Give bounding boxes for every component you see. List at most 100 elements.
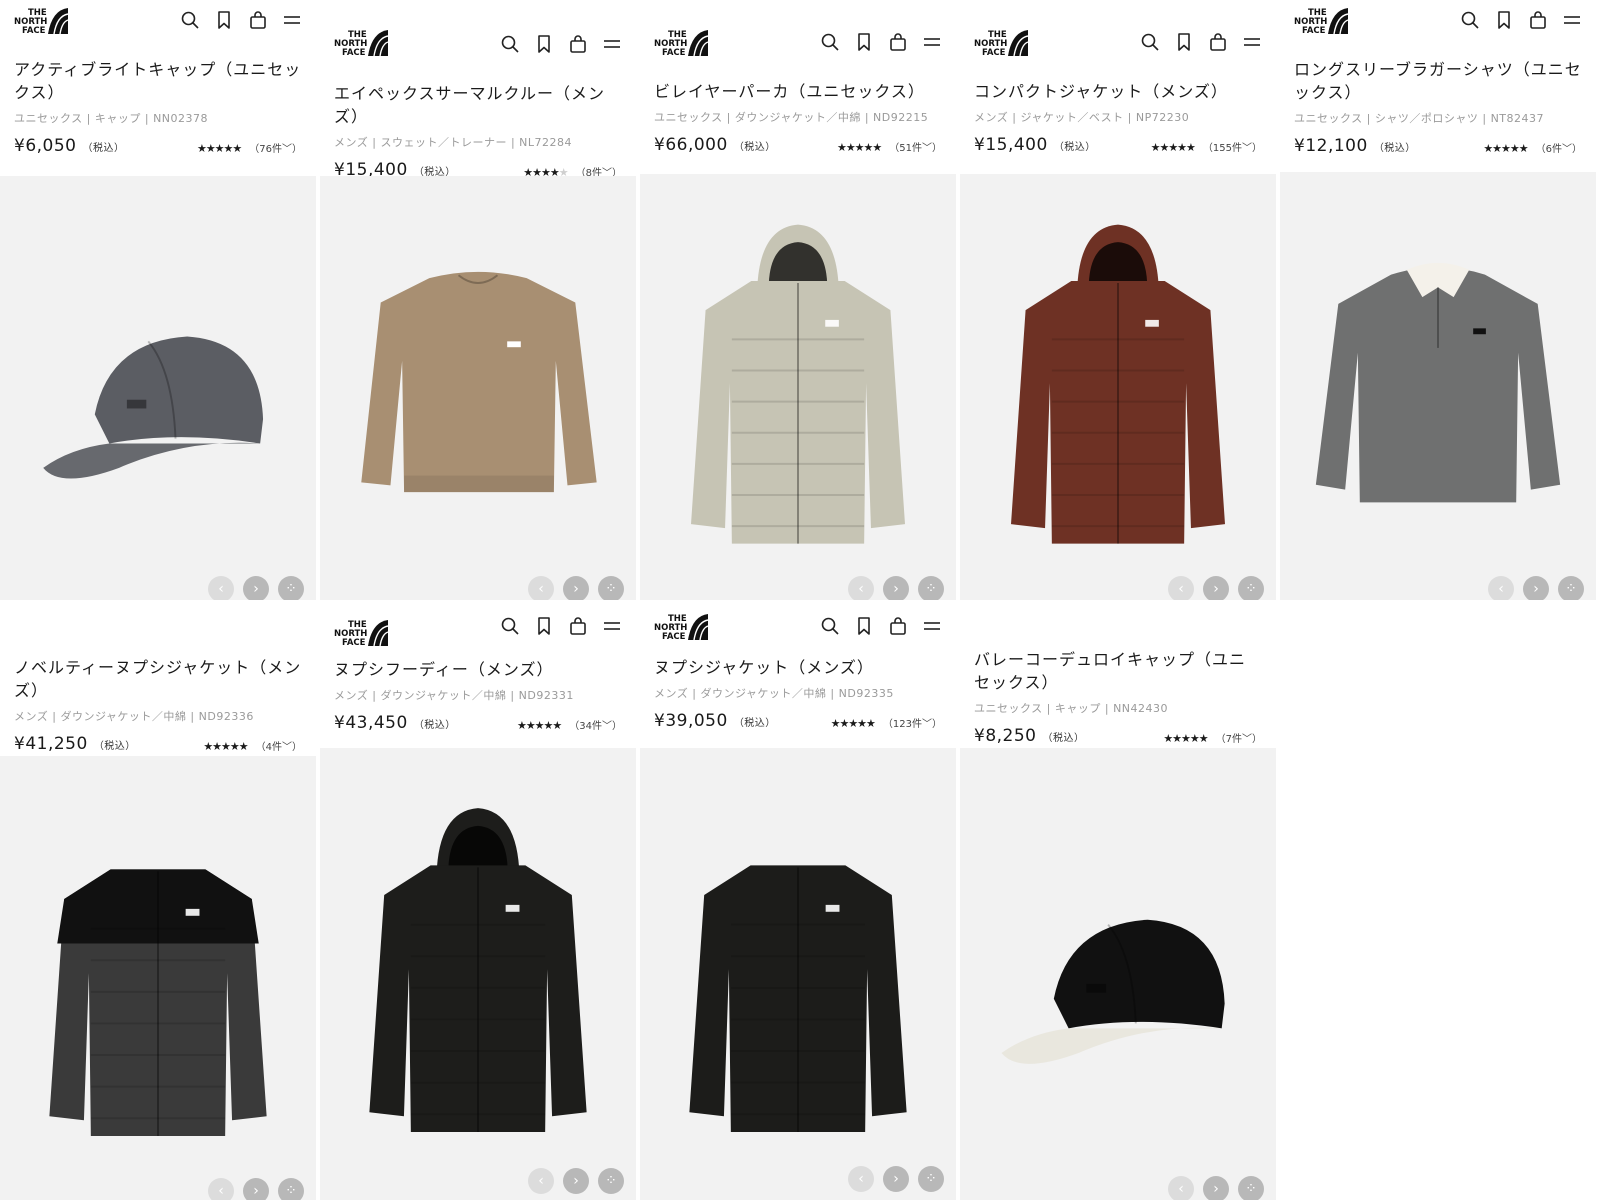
grid-view-icon[interactable]: ⁘ — [1558, 576, 1584, 600]
bookmark-icon[interactable] — [534, 616, 554, 636]
rating[interactable]: ★★★★★ （123件﹀） — [831, 715, 942, 730]
rating[interactable]: ★★★★★ （76件﹀） — [197, 140, 302, 155]
product-card[interactable]: THE NORTH FACE コンパクトジャケット（メンズ） メンズ | ジャケット／ベ… — [960, 0, 1276, 600]
brand-logo[interactable]: THE NORTH FACE — [332, 618, 390, 648]
grid-view-icon[interactable]: ⁘ — [278, 1178, 304, 1200]
product-card[interactable]: THE NORTH FACE ビレイヤーパーカ（ユニセックス） ユニセックス | ダウン… — [640, 0, 956, 600]
next-image-button[interactable]: › — [1203, 1176, 1229, 1200]
prev-image-button[interactable]: ‹ — [1168, 576, 1194, 600]
search-icon[interactable] — [180, 10, 200, 30]
next-image-button[interactable]: › — [243, 1178, 269, 1200]
brand-logo[interactable]: THE NORTH FACE — [1292, 6, 1350, 36]
product-name[interactable]: コンパクトジャケット（メンズ） — [974, 80, 1262, 103]
prev-image-button[interactable]: ‹ — [208, 576, 234, 600]
product-card[interactable]: THE NORTH FACE アクティブライトキャップ（ユニセックス） ユニセックス |… — [0, 0, 316, 600]
review-count[interactable]: （7件﹀） — [1216, 734, 1262, 745]
product-name[interactable]: ノベルティーヌプシジャケット（メンズ） — [14, 656, 302, 702]
search-icon[interactable] — [500, 34, 520, 54]
product-card[interactable]: THE NORTH FACE ヌプシジャケット（メンズ） メンズ | ダウンジャケット／… — [640, 608, 956, 1200]
rating[interactable]: ★★★★★ （51件﹀） — [837, 139, 942, 154]
cart-icon[interactable] — [248, 10, 268, 30]
product-card[interactable]: THE NORTH FACE ロングスリーブラガーシャツ（ユニセックス） ユニセックス … — [1280, 0, 1596, 600]
search-icon[interactable] — [1140, 32, 1160, 52]
next-image-button[interactable]: › — [563, 1168, 589, 1194]
grid-view-icon[interactable]: ⁘ — [598, 1168, 624, 1194]
prev-image-button[interactable]: ‹ — [528, 1168, 554, 1194]
product-name[interactable]: バレーコーデュロイキャップ（ユニセックス） — [974, 648, 1262, 694]
prev-image-button[interactable]: ‹ — [848, 1166, 874, 1192]
product-name[interactable]: ヌプシフーディー（メンズ） — [334, 658, 622, 681]
cart-icon[interactable] — [1528, 10, 1548, 30]
product-image[interactable] — [1280, 172, 1596, 600]
cart-icon[interactable] — [568, 34, 588, 54]
cart-icon[interactable] — [888, 616, 908, 636]
prev-image-button[interactable]: ‹ — [848, 576, 874, 600]
bookmark-icon[interactable] — [534, 34, 554, 54]
prev-image-button[interactable]: ‹ — [1168, 1176, 1194, 1200]
review-count[interactable]: （6件﹀） — [1536, 144, 1582, 155]
grid-view-icon[interactable]: ⁘ — [278, 576, 304, 600]
menu-icon[interactable] — [922, 616, 942, 636]
next-image-button[interactable]: › — [243, 576, 269, 600]
rating[interactable]: ★★★★★ （7件﹀） — [1163, 730, 1262, 745]
search-icon[interactable] — [820, 616, 840, 636]
rating[interactable]: ★★★★★ （6件﹀） — [1483, 140, 1582, 155]
brand-logo[interactable]: THE NORTH FACE — [12, 6, 70, 36]
product-image[interactable] — [640, 748, 956, 1200]
product-name[interactable]: エイペックスサーマルクルー（メンズ） — [334, 82, 622, 128]
product-image[interactable] — [320, 748, 636, 1200]
grid-view-icon[interactable]: ⁘ — [598, 576, 624, 600]
menu-icon[interactable] — [602, 616, 622, 636]
grid-view-icon[interactable]: ⁘ — [1238, 1176, 1264, 1200]
search-icon[interactable] — [1460, 10, 1480, 30]
next-image-button[interactable]: › — [883, 576, 909, 600]
menu-icon[interactable] — [602, 34, 622, 54]
menu-icon[interactable] — [1242, 32, 1262, 52]
prev-image-button[interactable]: ‹ — [208, 1178, 234, 1200]
product-image[interactable] — [0, 176, 316, 600]
brand-logo[interactable]: THE NORTH FACE — [652, 612, 710, 642]
review-count[interactable]: （51件﹀） — [889, 143, 942, 154]
product-card[interactable]: THE NORTH FACE ヌプシフーディー（メンズ） メンズ | ダウンジャケット／… — [320, 608, 636, 1200]
next-image-button[interactable]: › — [563, 576, 589, 600]
review-count[interactable]: （123件﹀） — [883, 719, 942, 730]
rating[interactable]: ★★★★★ （34件﹀） — [517, 717, 622, 732]
product-image[interactable] — [960, 748, 1276, 1200]
grid-view-icon[interactable]: ⁘ — [1238, 576, 1264, 600]
prev-image-button[interactable]: ‹ — [1488, 576, 1514, 600]
brand-logo[interactable]: THE NORTH FACE — [972, 28, 1030, 58]
bookmark-icon[interactable] — [854, 616, 874, 636]
grid-view-icon[interactable]: ⁘ — [918, 576, 944, 600]
product-image[interactable] — [0, 756, 316, 1200]
review-count[interactable]: （155件﹀） — [1203, 143, 1262, 154]
product-name[interactable]: ロングスリーブラガーシャツ（ユニセックス） — [1294, 58, 1582, 104]
bookmark-icon[interactable] — [214, 10, 234, 30]
review-count[interactable]: （76件﹀） — [249, 144, 302, 155]
search-icon[interactable] — [500, 616, 520, 636]
product-card[interactable]: THENORTHFACEバレーコーデュロイキャップ（ユニセックス）ユニセックス … — [960, 608, 1276, 1200]
product-image[interactable] — [960, 174, 1276, 600]
review-count[interactable]: （4件﹀） — [256, 742, 302, 753]
next-image-button[interactable]: › — [1203, 576, 1229, 600]
cart-icon[interactable] — [568, 616, 588, 636]
product-image[interactable] — [320, 176, 636, 600]
menu-icon[interactable] — [922, 32, 942, 52]
prev-image-button[interactable]: ‹ — [528, 576, 554, 600]
rating[interactable]: ★★★★★ （155件﹀） — [1151, 139, 1262, 154]
menu-icon[interactable] — [282, 10, 302, 30]
rating[interactable]: ★★★★★ （4件﹀） — [203, 738, 302, 753]
bookmark-icon[interactable] — [1174, 32, 1194, 52]
next-image-button[interactable]: › — [1523, 576, 1549, 600]
product-name[interactable]: ヌプシジャケット（メンズ） — [654, 656, 942, 679]
next-image-button[interactable]: › — [883, 1166, 909, 1192]
menu-icon[interactable] — [1562, 10, 1582, 30]
bookmark-icon[interactable] — [854, 32, 874, 52]
product-name[interactable]: ビレイヤーパーカ（ユニセックス） — [654, 80, 942, 103]
brand-logo[interactable]: THE NORTH FACE — [332, 28, 390, 58]
cart-icon[interactable] — [1208, 32, 1228, 52]
product-image[interactable] — [640, 174, 956, 600]
product-card[interactable]: THENORTHFACEノベルティーヌプシジャケット（メンズ） メンズ | ダウン… — [0, 608, 316, 1200]
product-card[interactable]: THE NORTH FACE エイペックスサーマルクルー（メンズ） メンズ | スウェッ… — [320, 0, 636, 600]
grid-view-icon[interactable]: ⁘ — [918, 1166, 944, 1192]
brand-logo[interactable]: THE NORTH FACE — [652, 28, 710, 58]
